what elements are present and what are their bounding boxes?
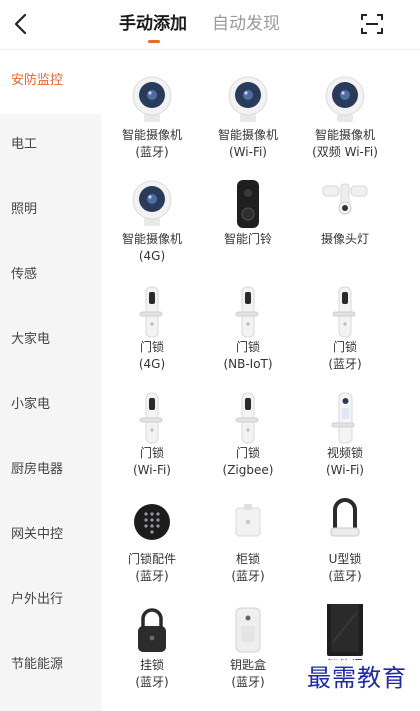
back-arrow-icon[interactable] bbox=[8, 9, 34, 39]
sidebar-item[interactable]: 大家电 bbox=[0, 309, 101, 373]
sidebar-item-label: 大家电 bbox=[11, 332, 51, 347]
product-name: 柜锁 bbox=[235, 552, 260, 566]
product-name: 门锁 bbox=[139, 340, 164, 354]
camera-icon bbox=[321, 74, 369, 126]
sidebar-item[interactable]: 照明 bbox=[0, 179, 101, 243]
product-name: 智能门铃 bbox=[223, 232, 272, 246]
sidebar-item[interactable]: 户外出行 bbox=[0, 569, 101, 633]
product-variant: (NB-IoT) bbox=[223, 357, 273, 371]
cabinet-lock-icon bbox=[224, 498, 272, 550]
product-variant: (蓝牙) bbox=[328, 357, 362, 371]
product-grid: 智能摄像机 (蓝牙) 智能摄像机 (Wi-Fi) 智能摄像机 (双频 Wi-Fi) 智… bbox=[101, 50, 420, 711]
scan-icon[interactable] bbox=[360, 12, 384, 36]
sidebar-item-label: 小家电 bbox=[11, 397, 51, 412]
product-name: 门锁配件 bbox=[127, 552, 176, 566]
product-variant: (蓝牙) bbox=[328, 569, 362, 583]
video-lock-icon bbox=[321, 392, 369, 444]
product-variant: (Zigbee) bbox=[222, 463, 274, 477]
door-lock-icon bbox=[128, 392, 176, 444]
doorbell-icon bbox=[224, 178, 272, 230]
sidebar-item-label: 传感 bbox=[11, 267, 38, 282]
product-variant: (蓝牙) bbox=[231, 569, 265, 583]
sidebar-item[interactable]: 传感 bbox=[0, 244, 101, 308]
product-variant: (蓝牙) bbox=[135, 675, 169, 689]
key-box-icon bbox=[224, 604, 272, 656]
sidebar-item-label: 节能能源 bbox=[11, 657, 64, 672]
product-name: 智能摄像机 bbox=[121, 232, 182, 246]
watermark: 最需教育 bbox=[298, 660, 416, 696]
sidebar-item-label: 安防监控 bbox=[11, 73, 64, 88]
product-variant: (Wi-Fi) bbox=[229, 145, 267, 159]
sidebar-item-label: 网关中控 bbox=[11, 527, 64, 542]
sidebar-item-label: 照明 bbox=[11, 202, 38, 217]
product-name: 挂锁 bbox=[139, 658, 164, 672]
product-variant: (蓝牙) bbox=[135, 569, 169, 583]
sidebar-item-label: 户外出行 bbox=[11, 592, 64, 607]
camera-icon bbox=[224, 74, 272, 126]
door-lock-icon bbox=[224, 286, 272, 338]
door-lock-icon bbox=[321, 286, 369, 338]
product-variant: (4G) bbox=[138, 357, 166, 371]
sidebar-item[interactable]: 安防监控 bbox=[0, 50, 101, 114]
keypad-icon bbox=[128, 498, 176, 550]
product-name: 智能摄像机 bbox=[121, 128, 182, 142]
product-variant: (蓝牙) bbox=[231, 675, 265, 689]
padlock-icon bbox=[128, 604, 176, 656]
sidebar-item-label: 厨房电器 bbox=[11, 462, 64, 477]
door-lock-icon bbox=[128, 286, 176, 338]
sidebar-item[interactable]: 电工 bbox=[0, 114, 101, 178]
u-lock-icon bbox=[321, 498, 369, 550]
product-variant: (Wi-Fi) bbox=[326, 463, 364, 477]
product-name: 门锁 bbox=[235, 340, 260, 354]
product-name: 门锁 bbox=[139, 446, 164, 460]
sidebar-item[interactable]: 网关中控 bbox=[0, 504, 101, 568]
sidebar-item[interactable]: 小家电 bbox=[0, 374, 101, 438]
product-name: 门锁 bbox=[235, 446, 260, 460]
product-variant: (4G) bbox=[138, 249, 166, 263]
product-name: 钥匙盒 bbox=[229, 658, 266, 672]
product-name: 门锁 bbox=[332, 340, 357, 354]
product-name: 摄像头灯 bbox=[320, 232, 369, 246]
product-name: 视频锁 bbox=[326, 446, 363, 460]
door-lock-icon bbox=[224, 392, 272, 444]
active-tab-indicator bbox=[148, 40, 160, 43]
top-bar: 手动添加 自动发现 bbox=[0, 0, 420, 50]
camera-icon bbox=[128, 74, 176, 126]
tab-auto-discover[interactable]: 自动发现 bbox=[212, 14, 280, 34]
product-name: 智能摄像机 bbox=[314, 128, 375, 142]
tab-manual-add[interactable]: 手动添加 bbox=[119, 14, 187, 34]
product-variant: (双频 Wi-Fi) bbox=[312, 145, 378, 159]
product-variant: (Wi-Fi) bbox=[133, 463, 171, 477]
floodlight-camera-icon bbox=[321, 178, 369, 230]
sidebar-item[interactable]: 节能能源 bbox=[0, 634, 101, 698]
product-name: U型锁 bbox=[328, 552, 362, 566]
product-variant: (蓝牙) bbox=[135, 145, 169, 159]
sidebar-item[interactable]: 厨房电器 bbox=[0, 439, 101, 503]
product-name: 智能摄像机 bbox=[217, 128, 278, 142]
sidebar-item-label: 电工 bbox=[11, 137, 38, 152]
smart-door-icon bbox=[321, 600, 369, 656]
camera-icon bbox=[128, 178, 176, 230]
category-sidebar: 安防监控电工照明传感大家电小家电厨房电器网关中控户外出行节能能源 bbox=[0, 50, 101, 711]
